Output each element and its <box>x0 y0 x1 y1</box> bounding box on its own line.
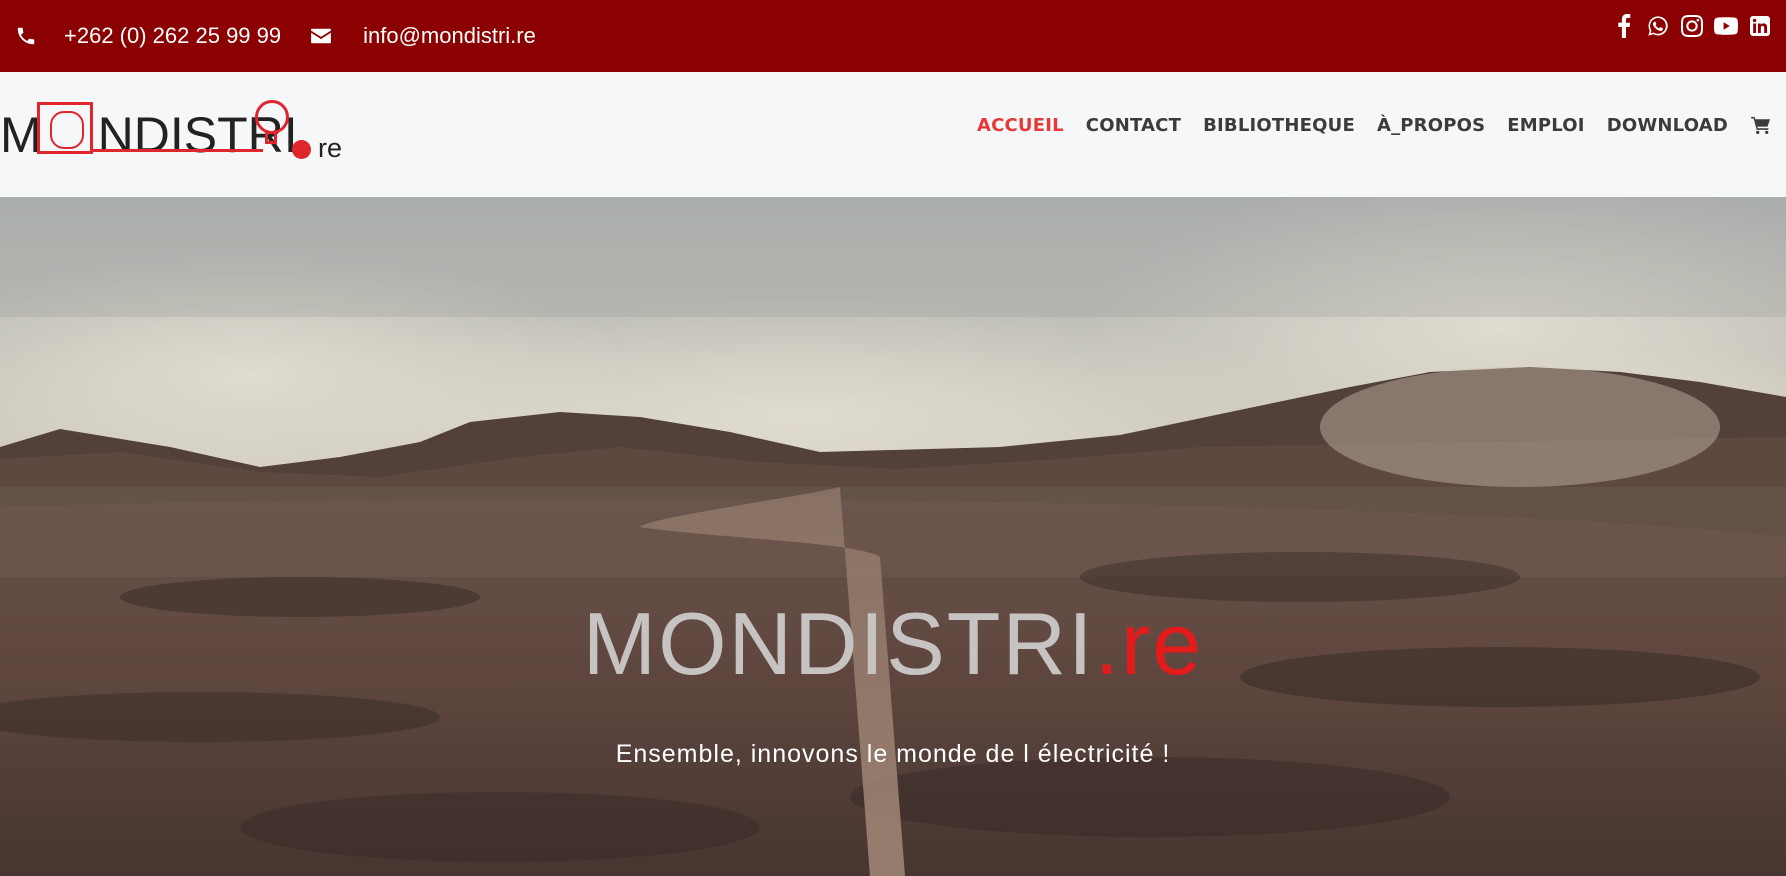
cart-icon[interactable] <box>1750 114 1772 136</box>
lightbulb-base <box>265 130 277 144</box>
linkedin-icon[interactable] <box>1748 14 1772 38</box>
instagram-icon[interactable] <box>1680 14 1704 38</box>
logo-underline <box>93 149 263 152</box>
site-header: M NDISTRI re ACCUEIL CONTACT BIBLIOTHEQUE… <box>0 72 1786 197</box>
nav-a-propos[interactable]: À_PROPOS <box>1377 115 1485 136</box>
lightbulb-icon <box>255 100 289 134</box>
nav-bibliotheque[interactable]: BIBLIOTHEQUE <box>1203 115 1355 136</box>
logo-suffix: re <box>318 133 343 163</box>
hero-title: MONDISTRI.re <box>0 593 1786 695</box>
whatsapp-icon[interactable] <box>1646 14 1670 38</box>
envelope-icon <box>309 24 333 48</box>
phone-icon <box>14 24 38 48</box>
social-links <box>1612 14 1772 38</box>
hero-title-main: MONDISTRI <box>582 594 1095 693</box>
facebook-icon[interactable] <box>1612 14 1636 38</box>
phone-link[interactable]: +262 (0) 262 25 99 99 <box>64 23 281 49</box>
email-link[interactable]: info@mondistri.re <box>363 23 536 49</box>
youtube-icon[interactable] <box>1714 14 1738 38</box>
nav-download[interactable]: DOWNLOAD <box>1607 115 1728 136</box>
nav-contact[interactable]: CONTACT <box>1086 115 1181 136</box>
site-logo[interactable]: M NDISTRI re <box>0 100 350 170</box>
nav-accueil[interactable]: ACCUEIL <box>977 115 1064 136</box>
top-contact-bar: +262 (0) 262 25 99 99 info@mondistri.re <box>0 0 1786 72</box>
logo-dot <box>292 140 311 159</box>
hero-subtitle: Ensemble, innovons le monde de l électri… <box>615 740 1171 768</box>
hero-title-ext: .re <box>1094 594 1204 693</box>
logo-o-frame <box>37 102 93 154</box>
nav-emploi[interactable]: EMPLOI <box>1507 115 1584 136</box>
hero-banner: MONDISTRI.re Ensemble, innovons le monde… <box>0 197 1786 876</box>
main-nav: ACCUEIL CONTACT BIBLIOTHEQUE À_PROPOS EM… <box>977 114 1786 136</box>
hero-background-landscape <box>0 197 1786 876</box>
contact-info: +262 (0) 262 25 99 99 info@mondistri.re <box>14 23 536 49</box>
